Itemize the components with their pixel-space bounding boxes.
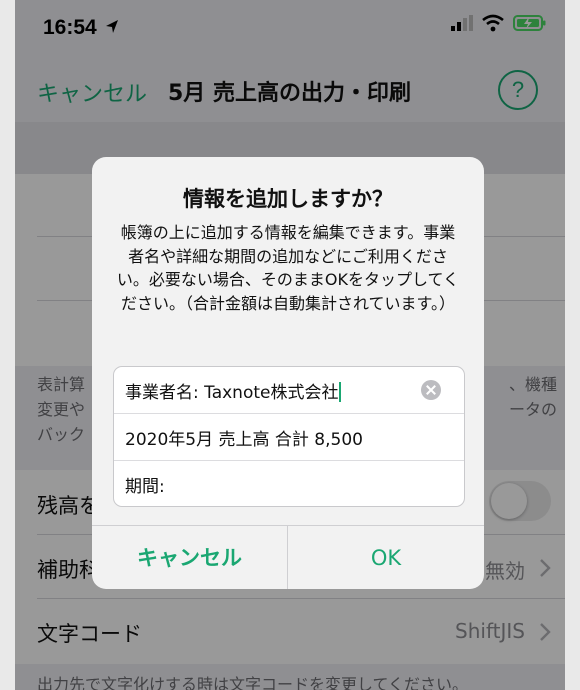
field-value: 事業者名: Taxnote株式会社 [125,383,339,403]
clear-text-icon[interactable] [421,380,441,400]
screen: 16:54 キャンセル 5月 売上高の出力・印刷 ? 表計算 変更や バック 、… [15,0,565,690]
alert-ok-button[interactable]: OK [288,526,484,589]
title-total-field[interactable]: 2020年5月 売上高 合計 8,500 [114,414,464,460]
text-cursor [339,382,342,402]
field-value: 期間: [125,477,165,497]
alert-buttons: キャンセル OK [92,525,484,589]
alert-text-fields: 事業者名: Taxnote株式会社 2020年5月 売上高 合計 8,500 期… [113,366,465,507]
alert-cancel-button[interactable]: キャンセル [92,526,287,589]
alert-dialog: 情報を追加しますか？ 帳簿の上に追加する情報を編集できます。事業者名や詳細な期間… [92,157,484,589]
alert-message: 帳簿の上に追加する情報を編集できます。事業者名や詳細な期間の追加などにご利用くだ… [116,223,460,313]
field-value: 2020年5月 売上高 合計 8,500 [125,430,363,450]
period-field[interactable]: 期間: [114,461,464,506]
alert-title: 情報を追加しますか？ [183,187,393,211]
business-name-field[interactable]: 事業者名: Taxnote株式会社 [114,367,464,413]
